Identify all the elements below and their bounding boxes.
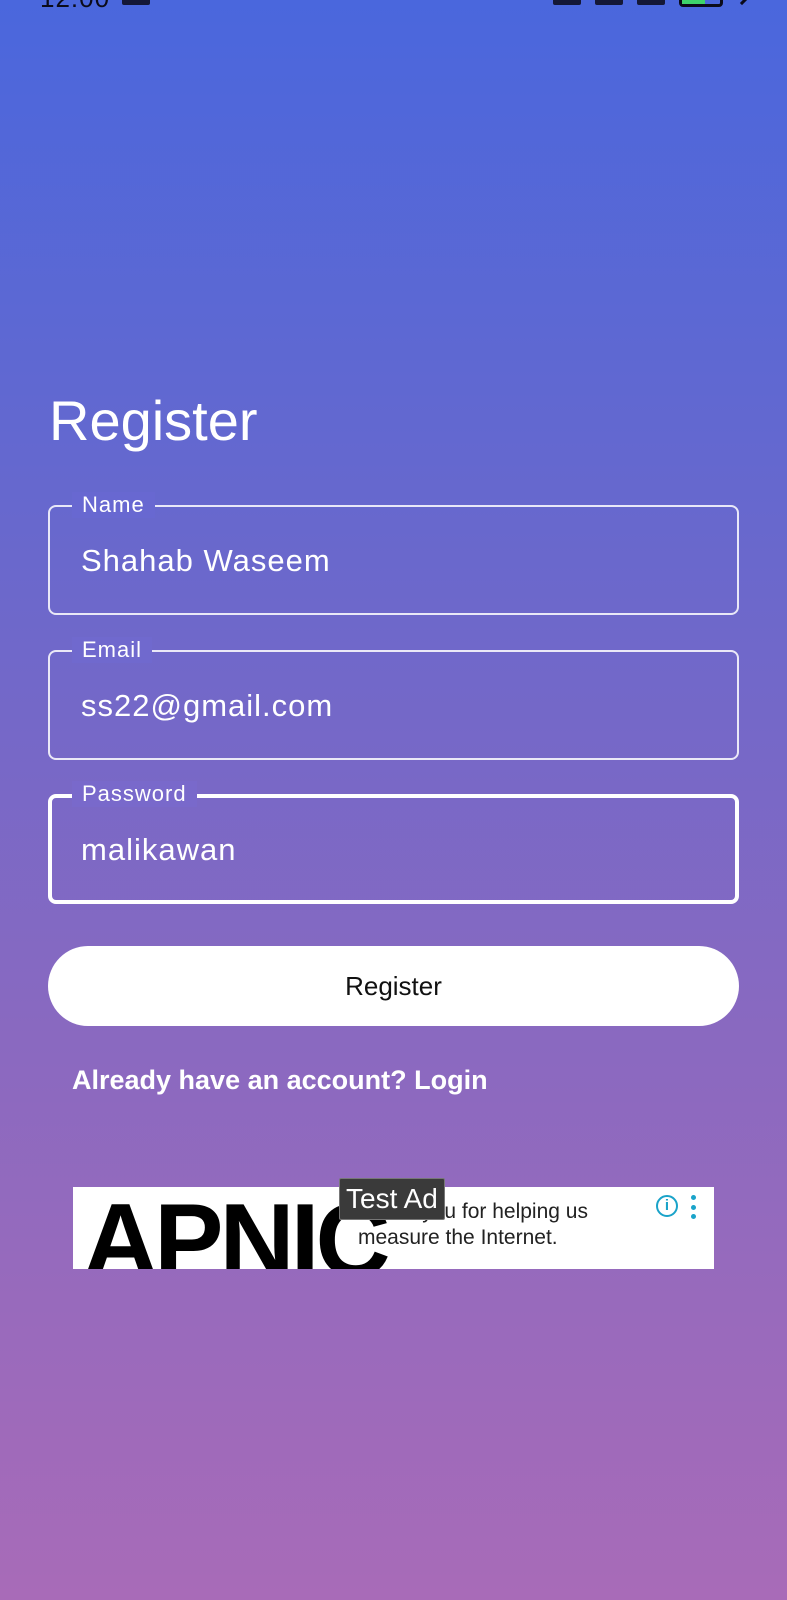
status-bar-right bbox=[553, 0, 750, 7]
name-field-value: Shahab Waseem bbox=[81, 543, 331, 578]
notification-icon bbox=[122, 0, 151, 5]
status-bar: 12:00 bbox=[0, 0, 787, 13]
password-field[interactable]: Password malikawan bbox=[48, 781, 739, 904]
register-button[interactable]: Register bbox=[48, 946, 739, 1026]
info-icon[interactable]: i bbox=[656, 1195, 678, 1217]
page-title: Register bbox=[49, 389, 258, 452]
battery-icon bbox=[679, 0, 723, 7]
password-field-value: malikawan bbox=[81, 832, 237, 867]
charging-arrow-icon bbox=[734, 0, 750, 6]
status-bar-left: 12:00 bbox=[40, 0, 151, 14]
test-ad-badge: Test Ad bbox=[339, 1178, 445, 1220]
status-time: 12:00 bbox=[40, 0, 110, 14]
email-field-label: Email bbox=[72, 637, 153, 663]
name-field-label: Name bbox=[72, 492, 155, 518]
signal-icon bbox=[553, 0, 581, 5]
email-field-value: ss22@gmail.com bbox=[81, 688, 334, 723]
login-link[interactable]: Already have an account? Login bbox=[72, 1065, 488, 1096]
name-field[interactable]: Name Shahab Waseem bbox=[48, 492, 739, 615]
password-field-label: Password bbox=[72, 781, 197, 807]
kebab-menu-icon[interactable] bbox=[690, 1195, 696, 1219]
signal-strength-icon bbox=[595, 0, 623, 5]
email-field[interactable]: Email ss22@gmail.com bbox=[48, 637, 739, 760]
wifi-icon bbox=[637, 0, 665, 5]
